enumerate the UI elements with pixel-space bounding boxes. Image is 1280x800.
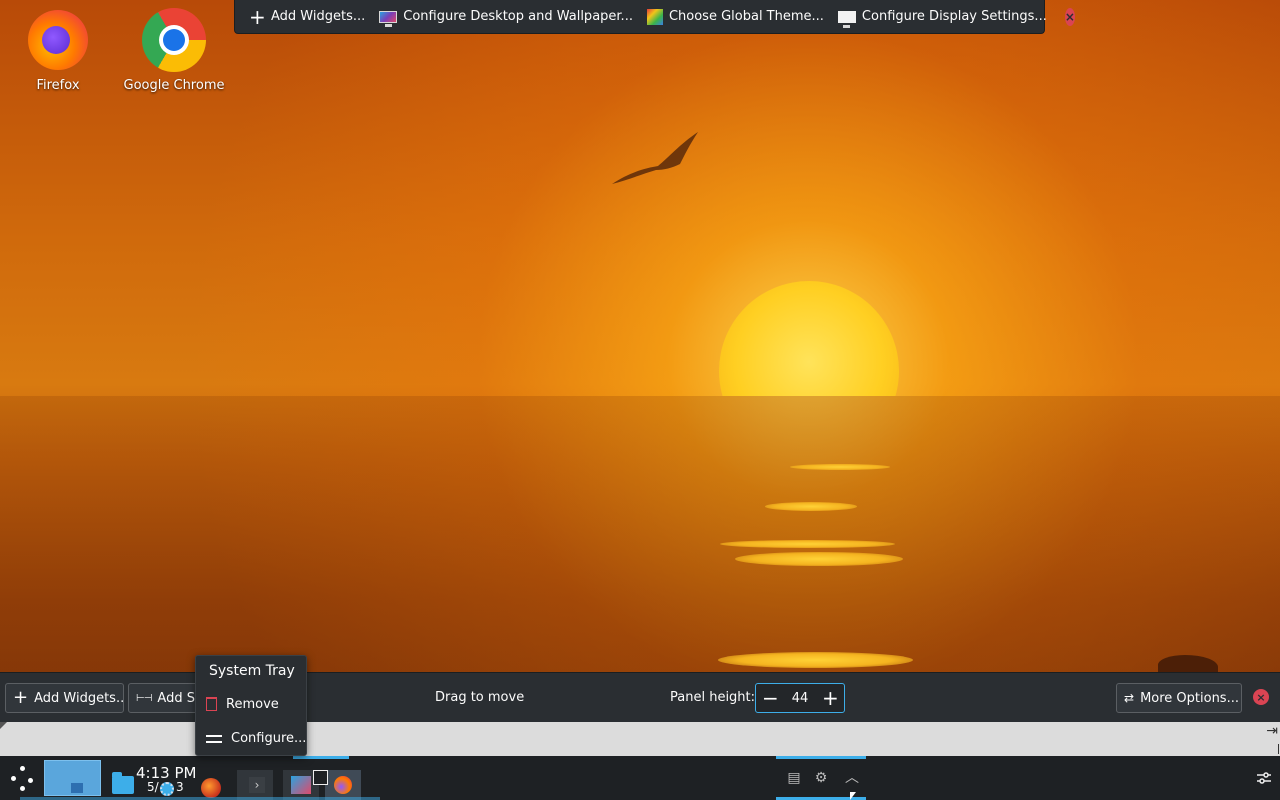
sliders-icon: ⇄ [1124, 691, 1135, 705]
terminal-icon: › [249, 777, 265, 793]
panel-add-widgets-label: Add Widgets... [34, 690, 124, 706]
desktop-edit-toolbar: + Add Widgets... Configure Desktop and W… [234, 0, 1075, 34]
add-spacer-label: Add Sp [157, 690, 200, 706]
display-settings-icon [837, 10, 856, 28]
remove-menu-item[interactable]: Remove [196, 689, 308, 719]
panel-ruler[interactable]: ⇥ [0, 722, 1280, 756]
panel-height-label: Panel height: [670, 690, 756, 705]
settings-gear-icon[interactable] [160, 782, 174, 796]
configure-desktop-label: Configure Desktop and Wallpaper... [403, 9, 633, 24]
task-firefox[interactable] [325, 770, 361, 800]
wallpaper-bird [612, 132, 698, 184]
clipboard-icon[interactable]: ▤ [786, 770, 802, 786]
global-theme-button[interactable]: Choose Global Theme... [643, 4, 828, 30]
global-theme-label: Choose Global Theme... [668, 9, 824, 24]
close-icon: × [1253, 689, 1269, 705]
trash-icon [206, 697, 217, 711]
firefox-icon [26, 8, 90, 72]
panel-configure-icon[interactable] [1257, 771, 1271, 785]
wallpaper-reflection [765, 502, 857, 511]
wallpaper-reflection [790, 464, 890, 470]
task-terminal[interactable]: › [237, 770, 273, 800]
clock-date[interactable]: 5/ [147, 780, 159, 794]
taskbar: 4:13 PM 5/ 3 › ▤ ⚙ ︿ [0, 756, 1280, 800]
chevron-up-icon[interactable]: ︿ [844, 770, 860, 786]
virtual-desktop-pager[interactable] [44, 760, 101, 796]
desktop-icon-label: Google Chrome [123, 78, 225, 93]
global-theme-icon [646, 8, 663, 25]
desktop-icon-firefox[interactable]: Firefox [3, 8, 113, 93]
wallpaper-reflection [718, 652, 913, 668]
pager-window [71, 783, 83, 793]
wallpaper-reflection [720, 540, 895, 548]
app-icon[interactable] [201, 778, 221, 798]
panel-height-value[interactable]: 44 [778, 691, 822, 706]
minus-icon[interactable]: − [762, 688, 779, 708]
add-widgets-button[interactable]: + Add Widgets... [245, 4, 369, 30]
plus-icon: + [13, 687, 29, 708]
chrome-icon [142, 8, 206, 72]
display-settings-button[interactable]: Configure Display Settings... [834, 4, 1051, 30]
task-active-indicator [293, 756, 349, 759]
configure-label: Configure... [231, 730, 307, 746]
ruler-offset-handle[interactable] [0, 722, 7, 729]
configure-icon [206, 732, 222, 744]
plus-icon: + [249, 4, 266, 29]
desktop-icon-label: Firefox [36, 78, 80, 93]
wallpaper-reflection [735, 552, 903, 566]
add-widgets-label: Add Widgets... [271, 9, 366, 24]
window-icon[interactable] [313, 770, 328, 785]
clock-time[interactable]: 4:13 PM [136, 764, 196, 782]
drag-to-move-label[interactable]: Drag to move [435, 690, 524, 705]
more-options-label: More Options... [1140, 690, 1239, 706]
network-icon[interactable]: ⚙ [813, 770, 829, 786]
configure-menu-item[interactable]: Configure... [196, 723, 308, 753]
panel-height-spinbox[interactable]: − 44 + [755, 683, 845, 713]
clock-date-suffix: 3 [176, 780, 184, 794]
desktop-wallpaper-icon [379, 10, 398, 27]
display-settings-label: Configure Display Settings... [861, 9, 1047, 24]
ruler-max-length-icon[interactable]: ⇥ [1266, 723, 1278, 739]
folder-icon[interactable] [112, 772, 134, 794]
panel-config-close-button[interactable]: × [1253, 689, 1269, 705]
firefox-icon [334, 776, 352, 794]
plus-icon[interactable]: + [822, 688, 839, 708]
configure-desktop-button[interactable]: Configure Desktop and Wallpaper... [375, 4, 637, 30]
desktop-icon-chrome[interactable]: Google Chrome [119, 8, 229, 93]
spacer-icon: ⊢⊣ [136, 692, 152, 704]
ruler-end-marker [1278, 744, 1279, 754]
system-tray-context-menu: System Tray Remove Configure... [195, 655, 307, 756]
panel-add-widgets-button[interactable]: + Add Widgets... [5, 683, 124, 713]
system-tray-selection [776, 756, 866, 759]
editor-icon [291, 776, 311, 794]
close-icon[interactable]: × [1064, 7, 1075, 26]
more-options-button[interactable]: ⇄ More Options... [1116, 683, 1242, 713]
mouse-cursor [850, 792, 856, 800]
app-launcher-icon[interactable] [8, 764, 38, 794]
panel-config-bar: + Add Widgets... ⊢⊣ Add Sp Drag to move … [0, 672, 1280, 722]
context-menu-title: System Tray [209, 663, 295, 679]
add-spacer-button[interactable]: ⊢⊣ Add Sp [128, 683, 200, 713]
remove-label: Remove [226, 696, 279, 712]
